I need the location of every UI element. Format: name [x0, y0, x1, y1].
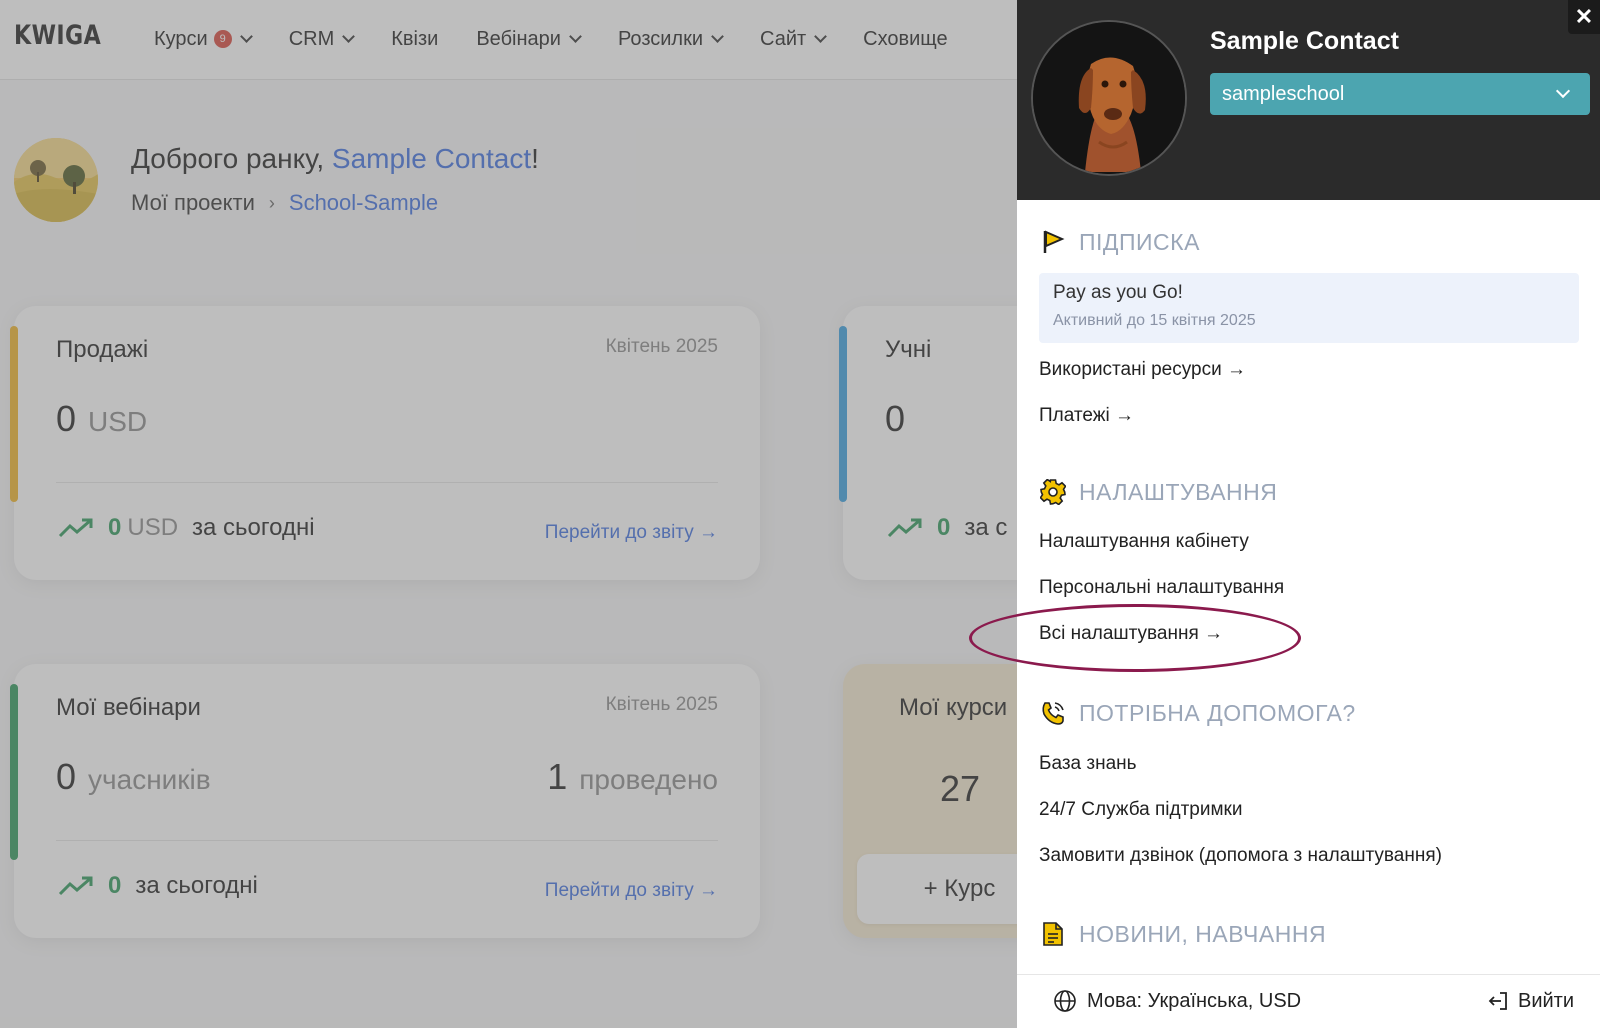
close-panel-button[interactable]: ✕	[1568, 0, 1600, 34]
school-select-value: sampleschool	[1222, 82, 1345, 105]
settings-section-header: НАЛАШТУВАННЯ	[1039, 478, 1277, 506]
section-title: НОВИНИ, НАВЧАННЯ	[1079, 920, 1327, 947]
language-label: Мова: Українська, USD	[1087, 989, 1302, 1012]
plan-name: Pay as you Go!	[1053, 282, 1183, 303]
document-icon	[1039, 920, 1067, 948]
news-section-header: НОВИНИ, НАВЧАННЯ	[1039, 920, 1326, 948]
flag-icon	[1039, 228, 1067, 256]
payments-link[interactable]: Платежі →	[1039, 405, 1134, 427]
used-resources-link[interactable]: Використані ресурси →	[1039, 359, 1246, 381]
annotation-ellipse	[969, 604, 1301, 672]
help-section-header: ПОТРІБНА ДОПОМОГА?	[1039, 699, 1356, 727]
chevron-down-icon	[1555, 83, 1571, 99]
school-select[interactable]: sampleschool	[1210, 73, 1590, 115]
globe-icon	[1054, 990, 1076, 1012]
plan-active-until: Активний до 15 квітня 2025	[1053, 312, 1256, 329]
language-selector[interactable]: Мова: Українська, USD	[1053, 989, 1301, 1013]
gear-icon	[1039, 478, 1067, 506]
subscription-section-header: ПІДПИСКА	[1039, 228, 1200, 256]
dog-photo-avatar	[1033, 22, 1185, 174]
panel-footer: Мова: Українська, USD Вийти	[1017, 974, 1600, 1028]
logout-label: Вийти	[1517, 989, 1574, 1012]
account-side-panel: Sample Contact sampleschool ✕ ПІДПИСКА P…	[1017, 0, 1600, 1028]
personal-settings-link[interactable]: Персональні налаштування	[1039, 577, 1284, 599]
section-title: ПІДПИСКА	[1079, 228, 1200, 255]
plan-card: Pay as you Go! Активний до 15 квітня 202…	[1039, 273, 1579, 343]
section-title: НАЛАШТУВАННЯ	[1079, 478, 1278, 505]
phone-icon	[1039, 699, 1067, 727]
user-avatar[interactable]	[1031, 20, 1187, 176]
logout-button[interactable]: Вийти	[1486, 989, 1574, 1013]
support-link[interactable]: 24/7 Служба підтримки	[1039, 799, 1242, 821]
panel-user-name: Sample Contact	[1210, 27, 1399, 55]
section-title: ПОТРІБНА ДОПОМОГА?	[1079, 699, 1356, 726]
request-call-link[interactable]: Замовити дзвінок (допомога з налаштуванн…	[1039, 845, 1442, 867]
logout-icon	[1488, 992, 1507, 1010]
cabinet-settings-link[interactable]: Налаштування кабінету	[1039, 531, 1249, 553]
knowledge-base-link[interactable]: База знань	[1039, 753, 1137, 775]
panel-header: Sample Contact sampleschool ✕	[1017, 0, 1600, 200]
